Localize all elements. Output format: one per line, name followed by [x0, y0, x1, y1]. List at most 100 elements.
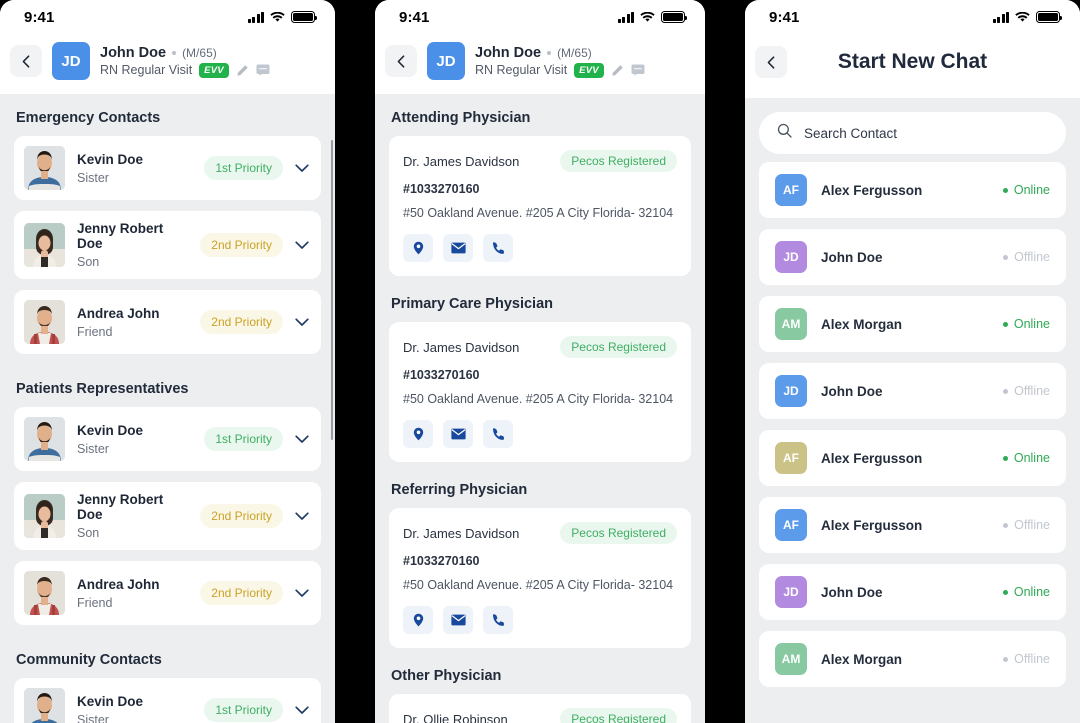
note-icon[interactable]: [631, 64, 645, 76]
location-pin-button[interactable]: [403, 606, 433, 634]
scrollbar-thumb[interactable]: [330, 140, 333, 440]
avatar: AM: [775, 643, 807, 675]
status-dot-icon: [1002, 187, 1008, 193]
contact-card[interactable]: Jenny Robert Doe Son 2nd Priority: [14, 482, 321, 550]
status-badge: Online: [1002, 183, 1050, 197]
contact-name: Jenny Robert Doe: [77, 221, 164, 251]
phone-button[interactable]: [483, 420, 513, 448]
wifi-icon: [1015, 11, 1030, 23]
search-input[interactable]: [804, 125, 1048, 141]
chat-contact-row[interactable]: JD John Doe Online: [759, 564, 1066, 620]
back-button[interactable]: [755, 46, 787, 78]
chat-contact-row[interactable]: JD John Doe Offline: [759, 229, 1066, 285]
phone-icon: [492, 613, 505, 627]
chat-contact-row[interactable]: AM Alex Morgan Offline: [759, 631, 1066, 687]
chevron-down-icon[interactable]: [295, 511, 309, 521]
physician-name-row: Dr. James Davidson Pecos Registered: [403, 522, 677, 544]
physician-name-row: Dr. James Davidson Pecos Registered: [403, 336, 677, 358]
chat-contact-row[interactable]: AF Alex Fergusson Online: [759, 162, 1066, 218]
back-button[interactable]: [385, 45, 417, 77]
battery-icon: [661, 11, 688, 23]
chat-contact-row[interactable]: JD John Doe Offline: [759, 363, 1066, 419]
section-title-other-physician: Other Physician: [391, 668, 502, 684]
contact-card[interactable]: Kevin Doe Sister 1st Priority: [14, 678, 321, 723]
contact-card[interactable]: Andrea John Friend 2nd Priority: [14, 561, 321, 625]
contact-photo: [24, 223, 65, 267]
status-badge: Online: [1002, 317, 1050, 331]
physician-actions: [403, 420, 677, 448]
envelope-icon: [450, 614, 466, 626]
chat-contact-row[interactable]: AF Alex Fergusson Offline: [759, 497, 1066, 553]
back-button[interactable]: [10, 45, 42, 77]
contacts-scroll-area[interactable]: Emergency Contacts Kevin Doe Sister 1st Pri…: [0, 94, 335, 723]
physician-npi: #1033270160: [403, 182, 480, 196]
patient-age: (M/65): [182, 45, 217, 60]
status-badge: Offline: [1003, 652, 1050, 666]
patient-name-row: John Doe (M/65): [475, 45, 645, 61]
contact-card[interactable]: Kevin Doe Sister 1st Priority: [14, 407, 321, 471]
contact-name: Alex Morgan: [821, 651, 903, 667]
phone-icon: [492, 241, 505, 255]
chevron-down-icon[interactable]: [295, 434, 309, 444]
pencil-icon[interactable]: [611, 64, 624, 77]
search-contact-box[interactable]: [759, 112, 1066, 154]
cellular-signal-icon: [992, 11, 1009, 23]
chevron-down-icon[interactable]: [295, 317, 309, 327]
contact-photo: [24, 417, 65, 461]
chevron-down-icon[interactable]: [295, 588, 309, 598]
battery-icon: [1036, 11, 1063, 23]
search-icon: [777, 123, 792, 143]
envelope-button[interactable]: [443, 606, 473, 634]
phone-button[interactable]: [483, 606, 513, 634]
pencil-icon[interactable]: [236, 64, 249, 77]
chat-contact-row[interactable]: AM Alex Morgan Online: [759, 296, 1066, 352]
priority-badge: 1st Priority: [204, 698, 283, 722]
physician-card: Dr. James Davidson Pecos Registered #10332…: [389, 136, 691, 276]
phone-button[interactable]: [483, 234, 513, 262]
section-title-referring-physician: Referring Physician: [391, 482, 528, 498]
physician-card: Dr. Ollie RobinsonPecos Registered#10332…: [389, 694, 691, 723]
visit-type: RN Regular Visit: [475, 63, 568, 77]
note-icon[interactable]: [256, 64, 270, 76]
chat-contact-row[interactable]: AF Alex Fergusson Online: [759, 430, 1066, 486]
status-dot-icon: [1002, 321, 1008, 327]
chevron-down-icon[interactable]: [295, 240, 309, 250]
status-dot-icon: [1003, 522, 1009, 528]
chat-scroll-area[interactable]: AFAlex FergussonOnline JDJohn DoeOffline A…: [745, 98, 1080, 723]
physician-address: #50 Oakland Avenue. #205 A City Florida-…: [403, 392, 674, 406]
section-title-primary-care-physician: Primary Care Physician: [391, 296, 554, 312]
location-pin-button[interactable]: [403, 234, 433, 262]
chevron-down-icon[interactable]: [295, 705, 309, 715]
patient-avatar: JD: [427, 42, 465, 80]
status-bar: 9:41: [375, 0, 705, 34]
patient-visit-row: RN Regular Visit EVV: [475, 62, 645, 78]
priority-badge: 2nd Priority: [200, 581, 283, 605]
contact-info: Kevin Doe Sister: [77, 423, 192, 456]
patient-meta: John Doe (M/65) RN Regular Visit EVV: [475, 45, 645, 78]
location-pin-button[interactable]: [403, 420, 433, 448]
contact-card[interactable]: Andrea John Friend 2nd Priority: [14, 290, 321, 354]
contact-photo: [24, 146, 65, 190]
chevron-left-icon: [397, 54, 405, 68]
status-label: Online: [1013, 317, 1050, 331]
status-badge: Offline: [1003, 384, 1050, 398]
physician-address: #50 Oakland Avenue. #205 A City Florida-…: [403, 206, 674, 220]
separator-dot-icon: [172, 50, 177, 55]
envelope-button[interactable]: [443, 420, 473, 448]
contact-info: Kevin Doe Sister: [77, 152, 192, 185]
chevron-down-icon[interactable]: [295, 163, 309, 173]
avatar: JD: [775, 241, 807, 273]
section-title-attending-physician: Attending Physician: [391, 110, 531, 126]
priority-badge: 1st Priority: [204, 427, 283, 451]
physician-name: Dr. James Davidson: [403, 339, 520, 355]
envelope-icon: [450, 428, 466, 440]
physicians-scroll-area[interactable]: Attending Physician Dr. James Davidson Pec…: [375, 94, 705, 723]
contact-card[interactable]: Kevin Doe Sister 1st Priority: [14, 136, 321, 200]
contact-name: Alex Fergusson: [821, 517, 923, 533]
chat-contacts-list: AF Alex Fergusson Online JD John Doe Offline A…: [745, 162, 1080, 687]
contact-card[interactable]: Jenny Robert Doe Son 2nd Priority: [14, 211, 321, 279]
envelope-button[interactable]: [443, 234, 473, 262]
patient-header: JD John Doe (M/65) RN Regular Visit EVV: [375, 34, 705, 94]
physician-address: #50 Oakland Avenue. #205 A City Florida-…: [403, 578, 674, 592]
visit-type: RN Regular Visit: [100, 63, 193, 77]
